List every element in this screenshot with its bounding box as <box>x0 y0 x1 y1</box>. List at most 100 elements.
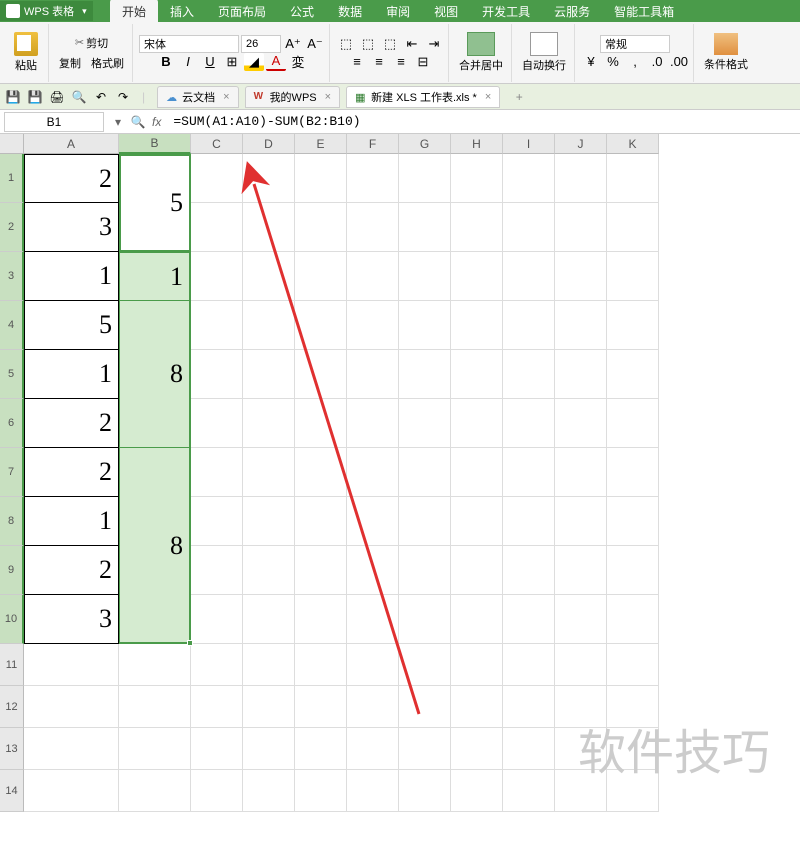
cell-F10[interactable] <box>347 595 399 644</box>
fill-color-button[interactable]: ◢ <box>244 53 264 71</box>
cell-I7[interactable] <box>503 448 555 497</box>
decrease-font-button[interactable]: A⁻ <box>305 35 325 53</box>
cell-B12[interactable] <box>119 686 191 728</box>
col-header-D[interactable]: D <box>243 134 295 154</box>
indent-inc-button[interactable]: ⇥ <box>424 35 444 53</box>
cell-H10[interactable] <box>451 595 503 644</box>
cell-I13[interactable] <box>503 728 555 770</box>
cell-K14[interactable] <box>607 770 659 812</box>
cell-C6[interactable] <box>191 399 243 448</box>
cell-B7[interactable]: 8 <box>119 448 191 644</box>
align-bottom-button[interactable]: ⬚ <box>380 35 400 53</box>
cell-H7[interactable] <box>451 448 503 497</box>
row-header-4[interactable]: 4 <box>0 301 24 350</box>
col-header-K[interactable]: K <box>607 134 659 154</box>
col-header-I[interactable]: I <box>503 134 555 154</box>
cell-H5[interactable] <box>451 350 503 399</box>
cut-button[interactable]: ✂剪切 <box>71 33 112 53</box>
cell-H14[interactable] <box>451 770 503 812</box>
border-button[interactable]: ⊞ <box>222 53 242 71</box>
tab-cloud[interactable]: 云服务 <box>542 0 602 24</box>
cell-D5[interactable] <box>243 350 295 399</box>
row-header-13[interactable]: 13 <box>0 728 24 770</box>
cell-E7[interactable] <box>295 448 347 497</box>
tab-formula[interactable]: 公式 <box>278 0 326 24</box>
align-right-button[interactable]: ≡ <box>391 53 411 71</box>
cell-A9[interactable]: 2 <box>24 546 119 595</box>
cell-D11[interactable] <box>243 644 295 686</box>
cell-J3[interactable] <box>555 252 607 301</box>
align-middle-button[interactable]: ⬚ <box>358 35 378 53</box>
cell-E9[interactable] <box>295 546 347 595</box>
cell-F9[interactable] <box>347 546 399 595</box>
cell-K4[interactable] <box>607 301 659 350</box>
cell-B14[interactable] <box>119 770 191 812</box>
fill-handle[interactable] <box>187 640 193 646</box>
cell-C3[interactable] <box>191 252 243 301</box>
cell-H2[interactable] <box>451 203 503 252</box>
cell-K11[interactable] <box>607 644 659 686</box>
copy-button[interactable]: 复制 <box>55 53 85 73</box>
doctab-newxls[interactable]: ▦ 新建 XLS 工作表.xls * × <box>346 86 500 108</box>
cell-A14[interactable] <box>24 770 119 812</box>
cell-A1[interactable]: 2 <box>24 154 119 203</box>
number-format-select[interactable] <box>600 35 670 53</box>
cell-C11[interactable] <box>191 644 243 686</box>
cell-E2[interactable] <box>295 203 347 252</box>
cell-B3[interactable]: 1 <box>119 252 191 301</box>
select-all-corner[interactable] <box>0 134 24 154</box>
cell-H13[interactable] <box>451 728 503 770</box>
cell-I12[interactable] <box>503 686 555 728</box>
cell-H9[interactable] <box>451 546 503 595</box>
cell-D1[interactable] <box>243 154 295 203</box>
cell-K8[interactable] <box>607 497 659 546</box>
cell-J11[interactable] <box>555 644 607 686</box>
cell-C7[interactable] <box>191 448 243 497</box>
cell-F4[interactable] <box>347 301 399 350</box>
row-header-10[interactable]: 10 <box>0 595 24 644</box>
cell-D10[interactable] <box>243 595 295 644</box>
cell-J4[interactable] <box>555 301 607 350</box>
cell-D13[interactable] <box>243 728 295 770</box>
cell-A2[interactable]: 3 <box>24 203 119 252</box>
row-header-3[interactable]: 3 <box>0 252 24 301</box>
cell-I3[interactable] <box>503 252 555 301</box>
cell-K5[interactable] <box>607 350 659 399</box>
cell-I9[interactable] <box>503 546 555 595</box>
cell-C9[interactable] <box>191 546 243 595</box>
cell-I10[interactable] <box>503 595 555 644</box>
cell-A12[interactable] <box>24 686 119 728</box>
cell-C12[interactable] <box>191 686 243 728</box>
app-logo[interactable]: WPS 表格 ▾ <box>0 1 93 21</box>
cell-E14[interactable] <box>295 770 347 812</box>
namebox-dropdown[interactable]: ▾ <box>108 112 128 132</box>
cell-K6[interactable] <box>607 399 659 448</box>
tab-insert[interactable]: 插入 <box>158 0 206 24</box>
cell-J12[interactable] <box>555 686 607 728</box>
cell-F5[interactable] <box>347 350 399 399</box>
cell-G1[interactable] <box>399 154 451 203</box>
cell-G14[interactable] <box>399 770 451 812</box>
cell-A5[interactable]: 1 <box>24 350 119 399</box>
cell-H8[interactable] <box>451 497 503 546</box>
undo-button[interactable]: ↶ <box>92 88 110 106</box>
cell-J5[interactable] <box>555 350 607 399</box>
cell-C13[interactable] <box>191 728 243 770</box>
doctab-cloud[interactable]: ☁ 云文档 × <box>157 86 238 108</box>
cell-J13[interactable] <box>555 728 607 770</box>
cell-E12[interactable] <box>295 686 347 728</box>
cell-G7[interactable] <box>399 448 451 497</box>
cell-C5[interactable] <box>191 350 243 399</box>
cell-J14[interactable] <box>555 770 607 812</box>
cell-G11[interactable] <box>399 644 451 686</box>
cell-F12[interactable] <box>347 686 399 728</box>
align-left-button[interactable]: ≡ <box>347 53 367 71</box>
cell-E11[interactable] <box>295 644 347 686</box>
cell-K12[interactable] <box>607 686 659 728</box>
cell-C8[interactable] <box>191 497 243 546</box>
cell-I6[interactable] <box>503 399 555 448</box>
row-header-11[interactable]: 11 <box>0 644 24 686</box>
cell-C4[interactable] <box>191 301 243 350</box>
cell-D9[interactable] <box>243 546 295 595</box>
col-header-C[interactable]: C <box>191 134 243 154</box>
